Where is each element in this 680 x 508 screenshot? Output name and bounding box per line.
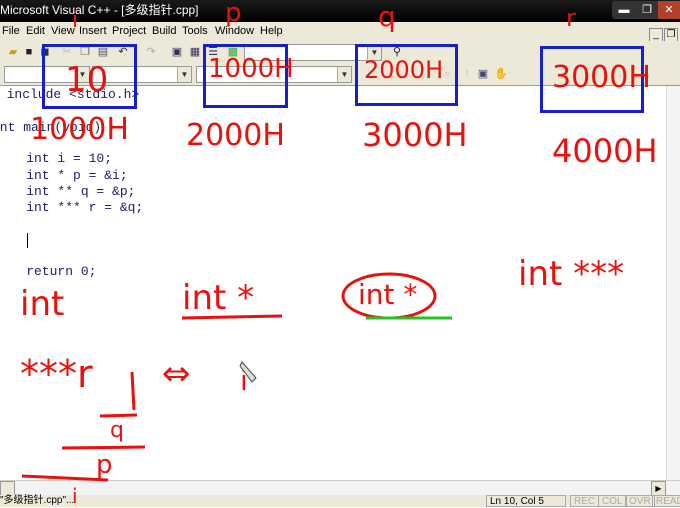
label-p: p: [225, 0, 242, 28]
horizontal-scrollbar[interactable]: ▶: [0, 480, 680, 496]
code-line: int *** r = &q;: [0, 200, 144, 215]
text-caret: [27, 233, 28, 248]
type-int-ptr: int *: [182, 278, 255, 318]
close-button[interactable]: ✕: [658, 1, 680, 19]
rec-indicator: REC: [570, 495, 600, 507]
chevron-down-icon[interactable]: ▼: [177, 67, 191, 82]
menu-build[interactable]: Build: [152, 22, 176, 41]
cursor-position: Ln 10, Col 5: [486, 495, 566, 507]
scroll-right-button[interactable]: ▶: [651, 481, 666, 496]
value-r: 3000H: [552, 60, 651, 95]
equivalence-arrow: ⇔: [162, 354, 191, 394]
menu-bar: File Edit View Insert Project Build Tool…: [0, 22, 680, 42]
address-r: 4000H: [552, 132, 658, 170]
chevron-down-icon[interactable]: ▼: [337, 67, 351, 82]
output-icon[interactable]: ▦: [188, 45, 202, 59]
expr-i: i: [240, 364, 248, 397]
minimize-button[interactable]: ▬: [612, 1, 636, 19]
menu-insert[interactable]: Insert: [79, 22, 107, 41]
deriv-q: q: [110, 418, 124, 443]
minimize-icon: ▬: [618, 4, 630, 16]
go-icon[interactable]: !: [460, 67, 474, 81]
mdi-minimize-button[interactable]: _: [649, 28, 663, 42]
scroll-left-button[interactable]: [0, 481, 15, 496]
breakpoint-icon[interactable]: ▣: [476, 67, 490, 81]
ovr-indicator: OVR: [625, 495, 655, 507]
workspace-icon[interactable]: ▣: [170, 45, 184, 59]
menu-file[interactable]: File: [2, 22, 20, 41]
menu-edit[interactable]: Edit: [26, 22, 45, 41]
address-i: 1000H: [30, 112, 129, 147]
title-bar: Microsoft Visual C++ - [多级指针.cpp] ▬ ❐ ✕: [0, 0, 680, 22]
restore-icon: ❐: [642, 4, 652, 16]
code-lines: # include <stdio.h> int main(void) int i…: [0, 86, 143, 279]
deriv-i: i: [72, 484, 78, 508]
value-i: 10: [65, 60, 109, 100]
status-bar: "多级指针.cpp"... Ln 10, Col 5 REC COL OVR R…: [0, 495, 680, 507]
expr-deref-r: ***r: [20, 352, 93, 396]
col-indicator: COL: [598, 495, 627, 507]
close-icon: ✕: [664, 4, 674, 16]
open-icon[interactable]: ▰: [6, 45, 20, 59]
redo-icon[interactable]: ↷: [144, 45, 158, 59]
menu-project[interactable]: Project: [112, 22, 146, 41]
read-indicator: READ: [652, 495, 680, 507]
type-int-ptr-circled: int *: [358, 278, 418, 311]
vertical-scrollbar[interactable]: [666, 86, 680, 480]
menu-tools[interactable]: Tools: [182, 22, 208, 41]
address-p: 2000H: [186, 118, 285, 153]
type-int: int: [20, 284, 65, 324]
status-message: "多级指针.cpp"...: [0, 495, 75, 506]
menu-help[interactable]: Help: [260, 22, 283, 41]
value-p: 1000H: [208, 54, 294, 84]
label-q: q: [378, 0, 396, 33]
address-q: 3000H: [362, 116, 468, 154]
save-icon[interactable]: ■: [22, 45, 36, 59]
type-int-ptr-ptr-ptr: int ***: [518, 254, 625, 294]
code-line: return 0;: [0, 264, 97, 279]
label-i: i: [72, 8, 79, 33]
stop-icon[interactable]: ✋: [494, 67, 508, 81]
restore-button[interactable]: ❐: [636, 1, 658, 19]
label-r: r: [566, 4, 576, 32]
value-q: 2000H: [364, 56, 444, 84]
deriv-p: p: [96, 450, 113, 480]
mdi-restore-button[interactable]: ❐: [664, 28, 678, 42]
code-line: int i = 10;: [0, 151, 113, 166]
window-title: Microsoft Visual C++ - [多级指针.cpp]: [0, 3, 199, 17]
